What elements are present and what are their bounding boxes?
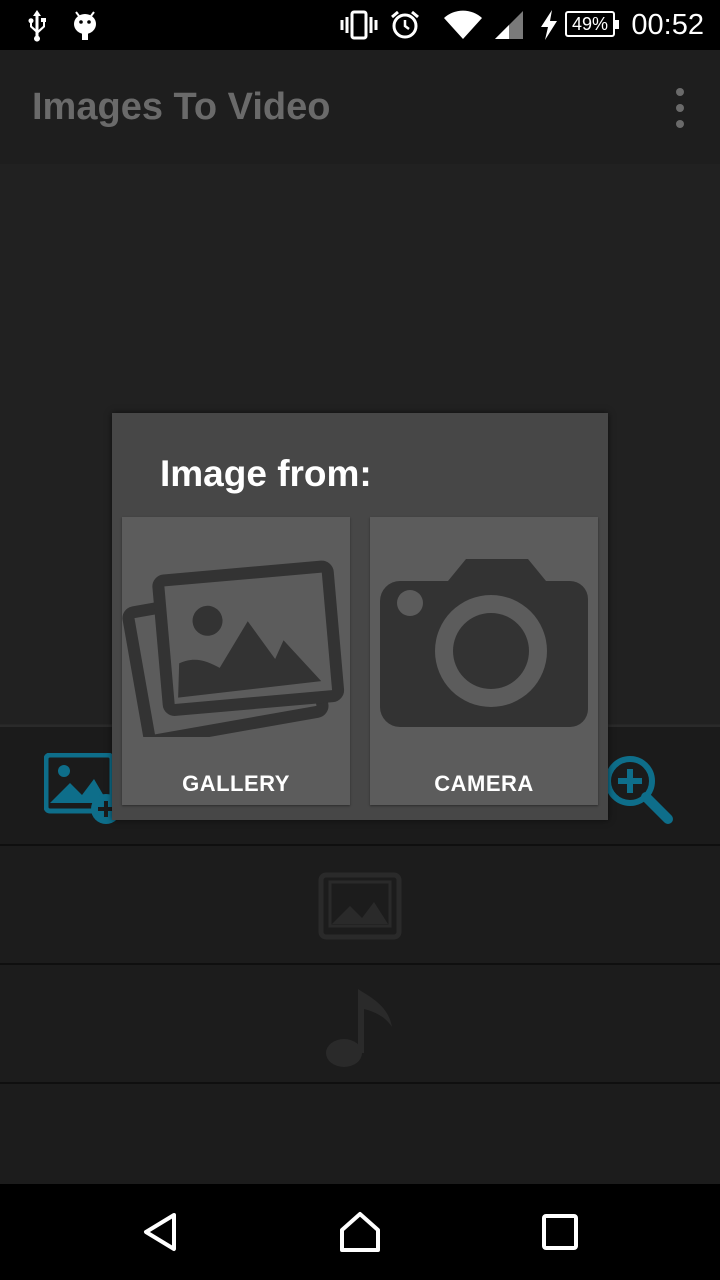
images-row[interactable] [0, 844, 720, 963]
camera-label: CAMERA [434, 771, 534, 796]
navigation-bar [0, 1184, 720, 1280]
image-source-dialog: Image from: GALLERY CAMERA [112, 413, 608, 820]
recents-icon[interactable] [500, 1184, 620, 1280]
app-title: Images To Video [32, 86, 331, 128]
android-debug-icon [70, 0, 100, 50]
dialog-title: Image from: [160, 453, 372, 494]
vibrate-icon [340, 0, 378, 50]
image-placeholder-icon [318, 872, 402, 945]
overflow-dot [676, 104, 684, 112]
status-bar: 49% 00:52 [0, 0, 720, 50]
app-bar: Images To Video [0, 50, 720, 164]
battery-icon: 49% [565, 11, 619, 37]
battery-percent: 49% [571, 14, 609, 34]
back-icon[interactable] [100, 1184, 220, 1280]
wifi-icon [442, 0, 484, 50]
camera-icon [380, 559, 588, 727]
overflow-menu-icon[interactable] [670, 88, 690, 128]
alarm-icon [388, 0, 422, 50]
usb-icon [22, 0, 52, 50]
home-icon[interactable] [300, 1184, 420, 1280]
status-time: 00:52 [631, 9, 704, 41]
gallery-label: GALLERY [182, 771, 290, 796]
empty-row [0, 1082, 720, 1186]
gallery-icon [122, 560, 345, 737]
zoom-in-icon[interactable] [600, 753, 676, 830]
screen: 49% 00:52 Images To Video Image from: GA… [0, 0, 720, 1280]
overflow-dot [676, 120, 684, 128]
gallery-button[interactable]: GALLERY [122, 517, 350, 805]
overflow-dot [676, 88, 684, 96]
charging-icon [538, 0, 560, 50]
signal-icon [492, 0, 526, 50]
music-note-icon [322, 983, 398, 1076]
camera-button[interactable]: CAMERA [370, 517, 598, 805]
music-row[interactable] [0, 963, 720, 1082]
